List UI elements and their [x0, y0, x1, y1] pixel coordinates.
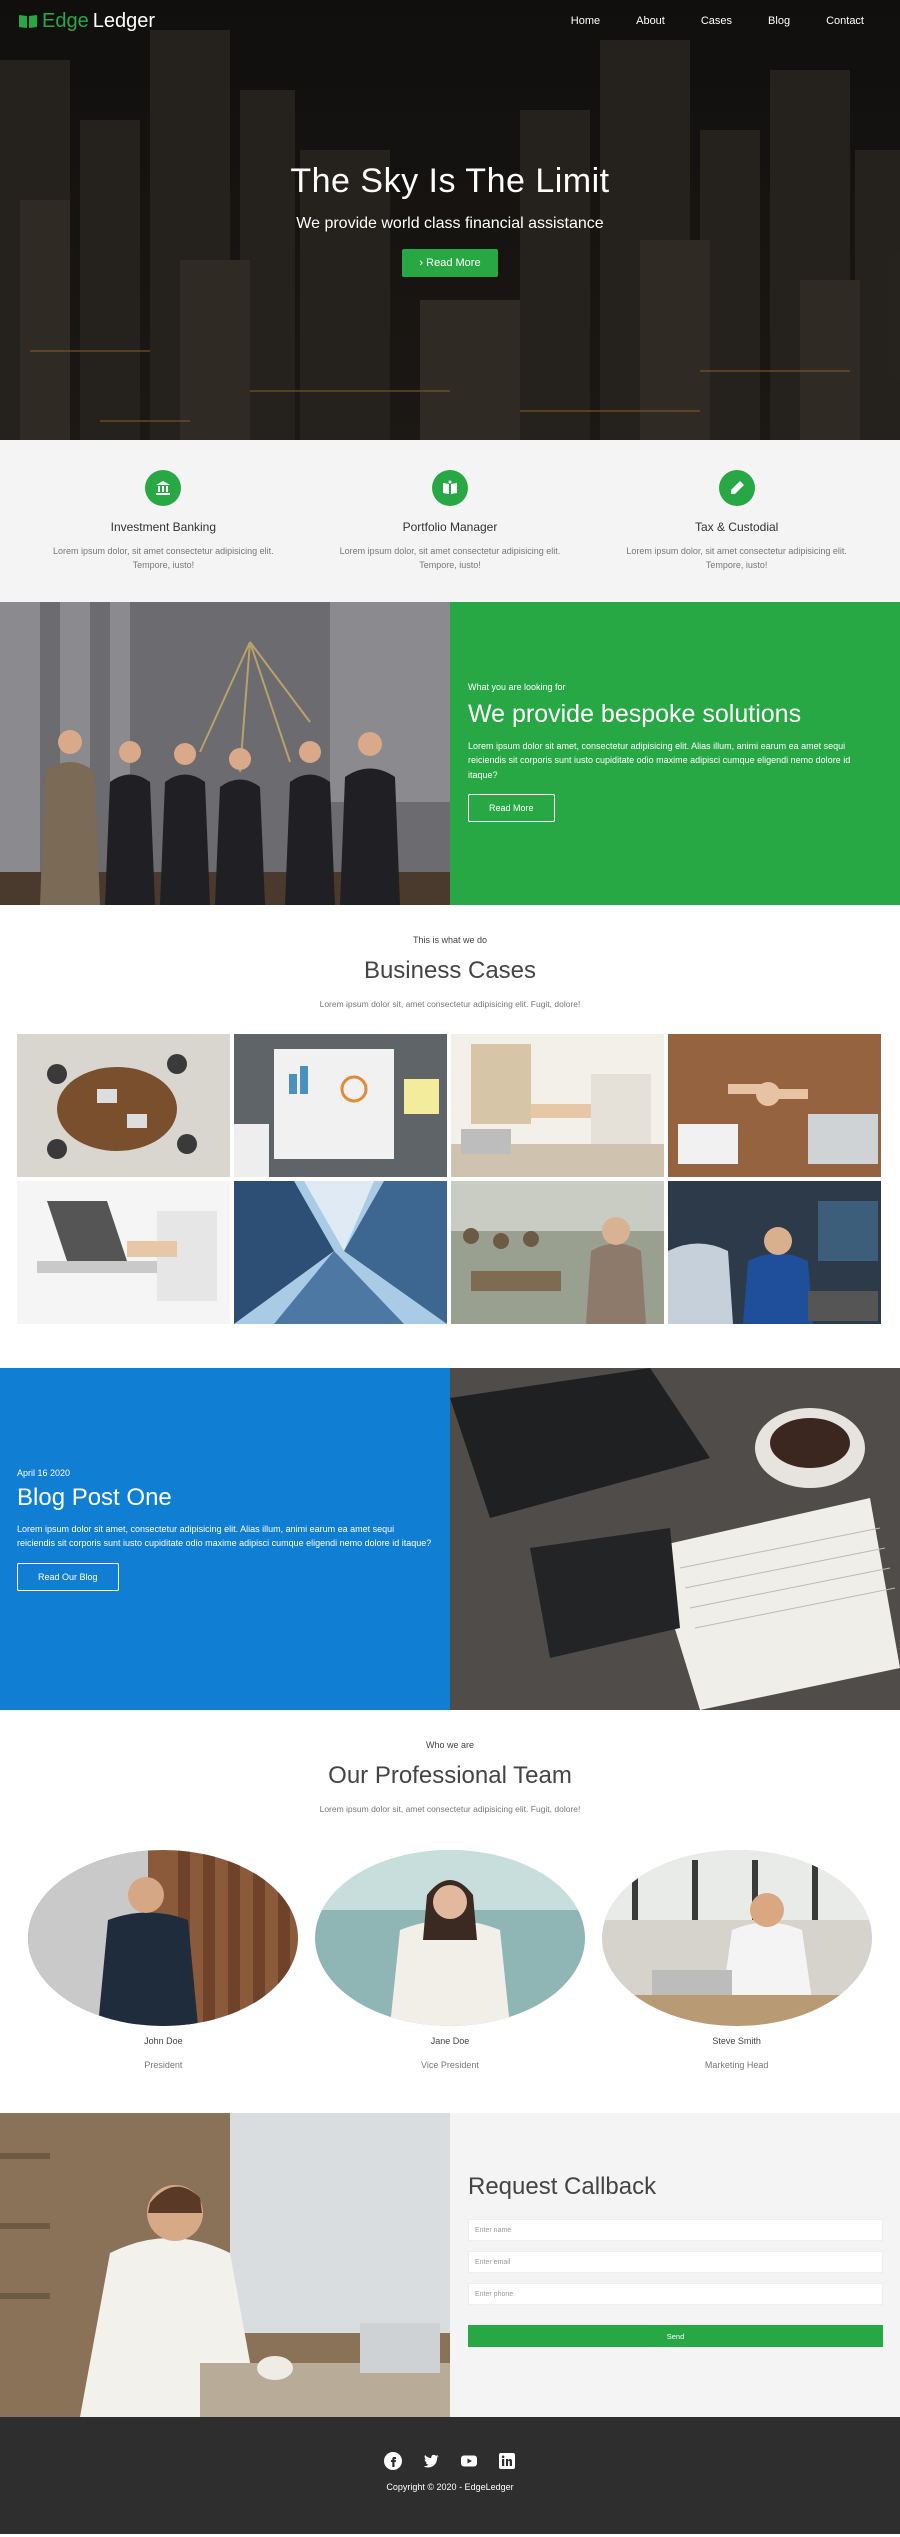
brand-prefix: Edge	[42, 9, 89, 32]
nav-item-home[interactable]: Home	[553, 15, 618, 27]
case-image-laptop-typing[interactable]	[17, 1181, 230, 1324]
callback-photo	[0, 2113, 450, 2417]
about-text: Lorem ipsum dolor sit amet, consectetur …	[468, 741, 851, 780]
blog-section: April 16 2020 Blog Post One Lorem ipsum …	[0, 1368, 900, 1710]
service-portfolio-manager: Portfolio Manager Lorem ipsum dolor, sit…	[320, 470, 580, 602]
team-eyebrow: Who we are	[425, 1740, 475, 1750]
hero-content: The Sky Is The Limit We provide world cl…	[0, 162, 900, 277]
name-input[interactable]: Enter name	[468, 2219, 883, 2241]
about-eyebrow: What you are looking for	[468, 682, 566, 692]
team-text: Lorem ipsum dolor sit, amet consectetur …	[319, 1804, 581, 1814]
case-image-meeting-table[interactable]	[17, 1034, 230, 1177]
service-title: Portfolio Manager	[402, 520, 498, 534]
blog-desk-photo	[450, 1368, 900, 1710]
cases-title: Business Cases	[363, 957, 537, 984]
team-group-photo	[0, 602, 450, 905]
member-photo-john	[28, 1850, 299, 2026]
callback-title: Request Callback	[468, 2173, 657, 2200]
service-text: Lorem ipsum dolor, sit amet consectetur …	[339, 546, 561, 571]
blog-title: Blog Post One	[17, 1484, 172, 1511]
service-text: Lorem ipsum dolor, sit amet consectetur …	[53, 546, 274, 571]
member-role: President	[144, 2060, 183, 2070]
team-member-card: John Doe President	[28, 1850, 299, 2070]
navbar: Edge Ledger Home About Cases Blog Contact	[0, 0, 900, 42]
team-section: Who we are Our Professional Team Lorem i…	[0, 1710, 900, 2113]
team-member-card: Jane Doe Vice President	[314, 1850, 585, 2070]
service-title: Tax & Custodial	[694, 520, 779, 534]
blog-date: April 16 2020	[17, 1468, 71, 1478]
social-links	[0, 2452, 900, 2470]
blog-text-panel: April 16 2020 Blog Post One Lorem ipsum …	[0, 1368, 450, 1710]
team-title: Our Professional Team	[328, 1762, 572, 1789]
team-member-card: Steve Smith Marketing Head	[601, 1850, 872, 2070]
about-title: We provide bespoke solutions	[468, 700, 802, 728]
linkedin-icon[interactable]	[498, 2452, 516, 2470]
service-text: Lorem ipsum dolor, sit amet consectetur …	[626, 546, 847, 571]
member-role: Marketing Head	[704, 2060, 769, 2070]
about-read-more-button[interactable]: Read More	[468, 794, 555, 823]
case-image-call-center[interactable]	[668, 1181, 881, 1324]
case-image-team-hands[interactable]	[668, 1034, 881, 1177]
read-our-blog-button[interactable]: Read Our Blog	[17, 1562, 119, 1591]
footer: Copyright © 2020 - EdgeLedger	[0, 2417, 900, 2534]
hero-title: The Sky Is The Limit	[290, 162, 610, 200]
copyright-text: Copyright © 2020 - EdgeLedger	[386, 2482, 514, 2492]
case-image-charts-desk[interactable]	[234, 1034, 447, 1177]
nav-item-blog[interactable]: Blog	[750, 15, 808, 27]
service-title: Investment Banking	[110, 520, 217, 534]
case-image-handshake[interactable]	[451, 1034, 664, 1177]
brand-suffix: Ledger	[92, 9, 155, 32]
about-text-panel: What you are looking for We provide besp…	[450, 602, 900, 905]
brand-logo[interactable]: Edge Ledger	[18, 10, 155, 33]
youtube-icon[interactable]	[460, 2452, 478, 2470]
facebook-icon[interactable]	[384, 2452, 402, 2470]
nav-item-contact[interactable]: Contact	[808, 15, 882, 27]
nav-item-cases[interactable]: Cases	[683, 15, 750, 27]
nav-item-about[interactable]: About	[618, 15, 683, 27]
member-photo-jane	[314, 1850, 585, 2026]
service-investment-banking: Investment Banking Lorem ipsum dolor, si…	[33, 470, 293, 602]
member-name: Steve Smith	[712, 2036, 761, 2046]
member-role: Vice President	[421, 2060, 479, 2070]
cases-text: Lorem ipsum dolor sit, amet consectetur …	[319, 999, 581, 1009]
cases-gallery	[0, 1034, 900, 1324]
book-icon	[431, 470, 468, 506]
services-section: Investment Banking Lorem ipsum dolor, si…	[0, 440, 900, 602]
hero-read-more-button[interactable]: › Read More	[402, 249, 498, 277]
email-input[interactable]: Enter email	[468, 2251, 883, 2273]
send-button[interactable]: Send	[468, 2325, 883, 2347]
callback-section: Request Callback Enter name Enter email …	[0, 2113, 900, 2417]
bank-icon	[145, 470, 182, 506]
service-tax-custodial: Tax & Custodial Lorem ipsum dolor, sit a…	[607, 470, 867, 602]
member-name: Jane Doe	[430, 2036, 470, 2046]
team-members: John Doe President Jane Doe Vice Preside…	[0, 1850, 900, 2070]
hero-button-label: Read More	[426, 257, 481, 269]
blog-text: Lorem ipsum dolor sit amet, consectetur …	[17, 1524, 432, 1549]
twitter-icon[interactable]	[422, 2452, 440, 2470]
member-name: John Doe	[144, 2036, 183, 2046]
case-image-skyscrapers[interactable]	[234, 1181, 447, 1324]
book-logo-icon	[19, 15, 37, 28]
about-section: What you are looking for We provide besp…	[0, 602, 900, 905]
case-image-office-team[interactable]	[451, 1181, 664, 1324]
member-photo-steve	[601, 1850, 872, 2026]
nav-menu: Home About Cases Blog Contact	[553, 15, 882, 27]
phone-input[interactable]: Enter phone	[468, 2283, 883, 2305]
pencil-icon	[718, 470, 755, 506]
hero-section: Edge Ledger Home About Cases Blog Contact…	[0, 0, 900, 440]
hero-subtitle: We provide world class financial assista…	[296, 215, 604, 232]
business-cases-section: This is what we do Business Cases Lorem …	[0, 905, 900, 1368]
cases-eyebrow: This is what we do	[412, 935, 488, 945]
callback-form: Request Callback Enter name Enter email …	[450, 2113, 900, 2417]
